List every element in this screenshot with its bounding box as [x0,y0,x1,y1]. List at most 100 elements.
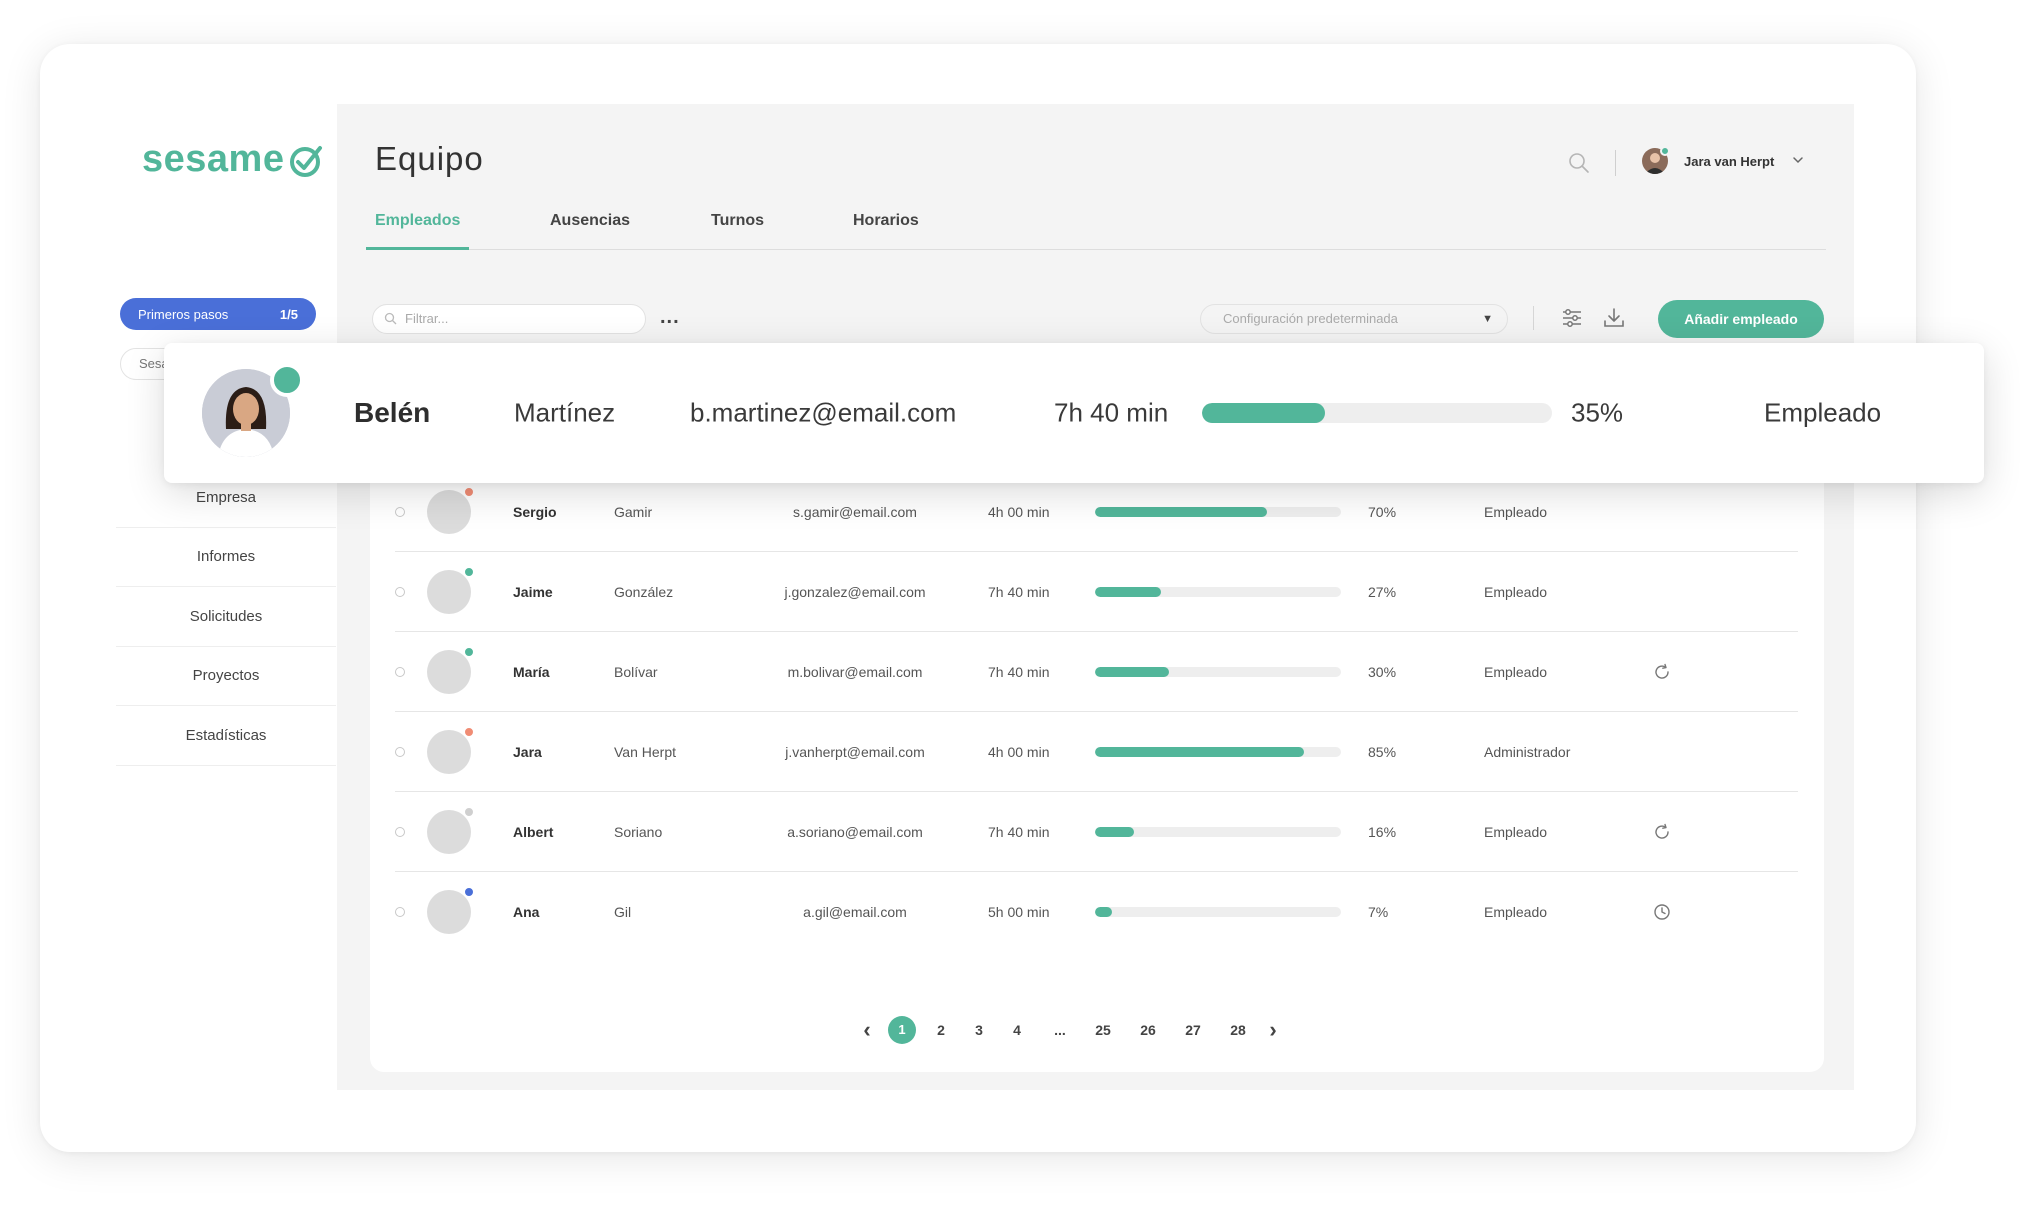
logo-text: sesame [142,138,285,180]
employee-percent: 85% [1368,743,1397,760]
search-icon[interactable] [1568,152,1590,174]
employee-percent: 30% [1368,663,1397,680]
sidebar-item-label: Estadísticas [185,726,267,744]
employee-last-name: Martínez [514,397,616,428]
table-row[interactable]: Sergio Gamir s.gamir@email.com 4h 00 min… [395,472,1798,552]
add-employee-button[interactable]: Añadir empleado [1658,300,1824,338]
chevron-down-icon[interactable] [1792,154,1804,166]
employee-last-name: Bolívar [614,663,658,680]
employee-hours: 4h 00 min [988,503,1050,520]
employee-percent: 27% [1368,583,1397,600]
employee-role: Empleado [1484,503,1548,520]
progress-bar-fill [1202,403,1325,423]
filter-input[interactable]: Filtrar... [372,304,646,334]
page-2-button[interactable]: 2 [934,1016,948,1044]
employee-role: Empleado [1484,583,1548,600]
employee-hours: 7h 40 min [988,663,1050,680]
refresh-icon[interactable] [1653,663,1671,681]
progress-bar [1095,907,1341,917]
page-3-button[interactable]: 3 [972,1016,986,1044]
progress-bar-fill [1095,746,1305,757]
sliders-icon[interactable] [1560,306,1584,330]
clock-icon[interactable] [1653,903,1671,921]
page-27-button[interactable]: 27 [1182,1016,1204,1044]
employee-last-name: Soriano [614,823,663,840]
progress-bar [1095,746,1341,757]
row-checkbox[interactable] [395,586,405,597]
page-25-button[interactable]: 25 [1092,1016,1114,1044]
highlighted-employee-card[interactable]: Belén Martínez b.martinez@email.com 7h 4… [164,343,1984,483]
refresh-icon[interactable] [1653,823,1671,841]
pagination-next-button[interactable]: › [1266,1016,1280,1044]
employee-first-name: Jaime [513,583,553,600]
search-icon [384,312,397,325]
table-row[interactable]: María Bolívar m.bolivar@email.com 7h 40 … [395,632,1798,712]
download-icon[interactable] [1602,306,1626,330]
employee-email: j.vanherpt@email.com [785,743,925,760]
row-checkbox[interactable] [395,826,405,837]
progress-bar-fill [1095,506,1268,517]
status-dot [463,886,475,898]
sidebar-item-solicitudes[interactable]: Solicitudes [116,587,336,647]
page-1-button[interactable]: 1 [888,1016,916,1044]
table-row[interactable]: Albert Soriano a.soriano@email.com 7h 40… [395,792,1798,872]
more-options-button[interactable]: ... [660,306,680,329]
status-dot [463,486,475,498]
page-4-button[interactable]: 4 [1010,1016,1024,1044]
employee-first-name: María [513,663,550,680]
employee-last-name: Van Herpt [614,743,676,760]
progress-bar-fill [1095,666,1169,677]
employee-role: Empleado [1764,397,1882,428]
row-checkbox[interactable] [395,907,405,917]
progress-bar [1095,826,1341,837]
status-dot [463,726,475,738]
tab-empleados[interactable]: Empleados [366,208,470,250]
table-row[interactable]: Jara Van Herpt j.vanherpt@email.com 4h 0… [395,712,1798,792]
employee-hours: 7h 40 min [988,583,1050,600]
sidebar-nav: Empresa Informes Solicitudes Proyectos E… [116,468,336,766]
tab-bar: Empleados Ausencias Turnos Horarios [366,208,1826,250]
employee-email: s.gamir@email.com [793,503,917,520]
tab-horarios[interactable]: Horarios [844,208,928,250]
sidebar-item-estadisticas[interactable]: Estadísticas [116,706,336,766]
tab-turnos[interactable]: Turnos [702,208,773,250]
employee-first-name: Belén [354,397,431,428]
first-steps-button[interactable]: Primeros pasos 1/5 [120,298,316,330]
sesame-logo[interactable]: sesame [142,138,326,181]
configuration-select-value: Configuración predeterminada [1223,311,1398,326]
page-26-button[interactable]: 26 [1137,1016,1159,1044]
progress-bar [1095,666,1341,677]
tab-ausencias[interactable]: Ausencias [541,208,639,250]
row-checkbox[interactable] [395,746,405,757]
employee-role: Administrador [1484,743,1571,760]
sidebar-item-label: Solicitudes [189,607,263,625]
employee-last-name: Gil [614,904,632,920]
first-steps-count: 1/5 [279,306,298,322]
user-name[interactable]: Jara van Herpt [1684,154,1774,169]
sidebar-item-label: Informes [196,548,256,566]
employee-first-name: Ana [513,904,540,920]
employee-hours: 4h 00 min [988,743,1050,760]
sidebar-item-label: Empresa [195,488,257,506]
row-checkbox[interactable] [395,506,405,517]
employee-first-name: Jara [513,743,542,760]
progress-bar-fill [1095,826,1135,837]
row-checkbox[interactable] [395,666,405,677]
status-dot [463,566,475,578]
progress-bar [1095,586,1341,597]
toolbar-divider [1533,306,1534,330]
pagination-prev-button[interactable]: ‹ [860,1016,874,1044]
sidebar-item-informes[interactable]: Informes [116,528,336,587]
status-dot [463,806,475,818]
sidebar-item-proyectos[interactable]: Proyectos [116,647,336,706]
employee-first-name: Albert [513,823,554,840]
employee-last-name: González [614,583,674,600]
table-row[interactable]: Jaime González j.gonzalez@email.com 7h 4… [395,552,1798,632]
configuration-select[interactable]: Configuración predeterminada ▼ [1200,304,1508,334]
table-row[interactable]: Ana Gil a.gil@email.com 5h 00 min 7% Emp… [395,872,1798,952]
employee-role: Empleado [1484,823,1548,840]
employee-role: Empleado [1484,663,1548,680]
page-28-button[interactable]: 28 [1227,1016,1249,1044]
employee-hours: 7h 40 min [1054,397,1169,428]
page-title: Equipo [375,140,484,177]
